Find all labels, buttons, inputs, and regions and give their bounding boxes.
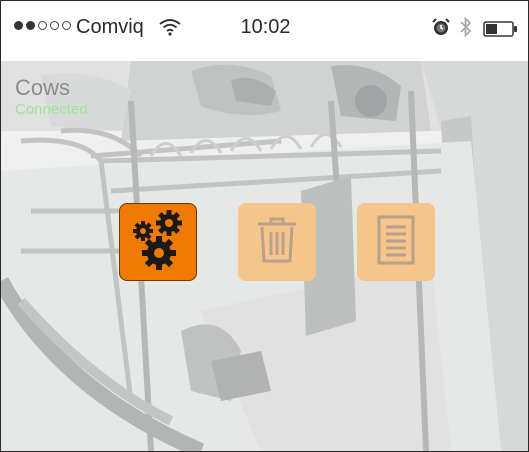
connection-status: Connected (15, 101, 88, 118)
gears-icon (129, 209, 187, 276)
alarm-icon (431, 17, 451, 42)
app-frame: Comviq 10:02 Cows Connected (0, 0, 529, 452)
battery-icon (483, 21, 519, 42)
bluetooth-icon (459, 16, 473, 43)
trash-icon (254, 215, 300, 270)
document-list-icon (376, 214, 416, 271)
camera-feed[interactable]: Cows Connected (1, 61, 528, 451)
delete-button[interactable] (238, 203, 316, 281)
status-bar: Comviq 10:02 (1, 1, 528, 61)
settings-button[interactable] (119, 203, 197, 281)
camera-title: Cows (15, 75, 71, 100)
list-button[interactable] (357, 203, 435, 281)
